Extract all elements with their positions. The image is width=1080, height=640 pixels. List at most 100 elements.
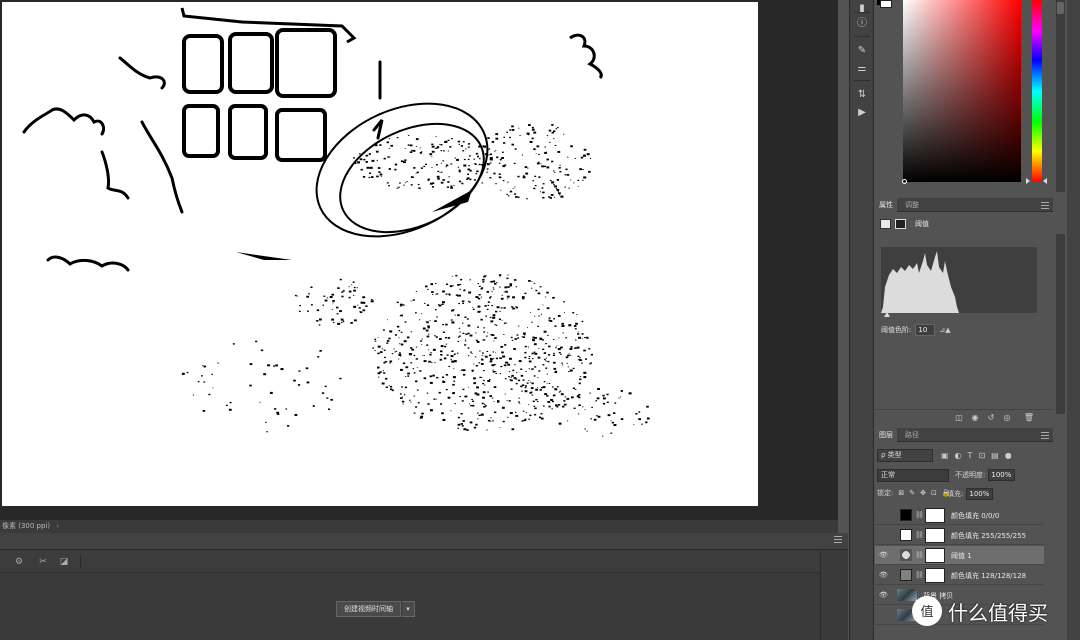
layer-filter-select[interactable]: ρ 类型 [877, 449, 933, 462]
transition-icon[interactable]: ◪ [57, 555, 71, 569]
layer-mask-thumbnail[interactable] [925, 568, 945, 583]
view-previous-icon[interactable]: ◉ [969, 412, 981, 424]
color-panel-scrollbar[interactable] [1056, 0, 1065, 192]
lock-paint-icon[interactable]: ✎ [909, 489, 915, 497]
reset-icon[interactable]: ↺ [985, 412, 997, 424]
text-filter-icon[interactable]: T [968, 451, 973, 460]
tab-properties[interactable]: 属性 [875, 198, 897, 212]
histogram-graph [881, 251, 959, 313]
fill-input[interactable]: 100% [966, 488, 994, 500]
filter-icons: ▣ ◐ T ⊡ ▤ ● [941, 451, 1012, 460]
create-video-timeline-button[interactable]: 创建视频时间轴 [336, 601, 401, 617]
layer-row[interactable]: ⛓ 颜色填充 0/0/0 [875, 506, 1044, 525]
link-icon[interactable]: ⛓ [915, 551, 924, 559]
layer-row[interactable]: 👁 ⛓ 颜色填充 128/128/128 [875, 566, 1044, 585]
mask-icon[interactable] [895, 219, 906, 229]
hue-marker-right[interactable] [1043, 178, 1047, 184]
layer-visibility-icon[interactable]: 👁 [879, 591, 888, 600]
tab-adjustments[interactable]: 调整 [901, 198, 923, 212]
create-timeline-dropdown[interactable]: ▾ [402, 601, 415, 617]
layer-thumbnail [900, 529, 912, 541]
lock-row: 锁定: ⊠ ✎ ✥ ⊡ 🔒 [877, 488, 951, 498]
timeline-panel: ⚙ ✂ ◪ 创建视频时间轴 ▾ [0, 533, 848, 640]
lock-pixels-icon[interactable]: ⊠ [898, 489, 904, 497]
properties-menu-icon[interactable] [1041, 202, 1049, 211]
color-panel-icon[interactable]: ▮ [855, 2, 869, 16]
color-saturation-field[interactable] [903, 0, 1021, 182]
layer-visibility-icon[interactable] [879, 531, 888, 540]
info-icon[interactable]: ⓘ [855, 17, 869, 31]
canvas-area[interactable] [0, 0, 838, 520]
swap-icon[interactable]: ⇅ [855, 88, 869, 102]
trash-icon[interactable]: 🗑 [1023, 412, 1035, 424]
foreground-color-swatch[interactable] [880, 0, 892, 8]
brush-icon[interactable]: ✎ [855, 44, 869, 58]
link-icon[interactable]: ⛓ [915, 531, 924, 539]
timeline-divider [820, 551, 821, 640]
play-icon[interactable]: ▶ [855, 106, 869, 120]
clip-to-layer-icon[interactable]: ◫ [953, 412, 965, 424]
properties-header: 阈值 [880, 219, 929, 229]
layer-visibility-icon[interactable] [879, 511, 888, 520]
layer-visibility-icon[interactable]: 👁 [879, 551, 888, 560]
adjustment-icon[interactable] [880, 219, 891, 229]
layer-visibility-icon[interactable] [879, 611, 888, 620]
filter-toggle-icon[interactable]: ● [1005, 451, 1012, 460]
right-panels: 属性 调整 阈值 阈值色阶: 10 ⊿▲ ◫ ◉ ↺ ◎ 🗑 图层 路径 ρ 类… [875, 0, 1080, 640]
layer-mask-thumbnail[interactable] [925, 548, 945, 563]
threshold-level-label: 阈值色阶: [881, 326, 912, 334]
toolbar-divider [80, 555, 81, 569]
layers-tabs: 图层 路径 [875, 428, 1053, 442]
lock-position-icon[interactable]: ✥ [920, 489, 926, 497]
opacity-input[interactable]: 100% [988, 469, 1016, 481]
layer-visibility-icon[interactable]: 👁 [879, 571, 888, 580]
properties-panel: 属性 调整 阈值 阈值色阶: 10 ⊿▲ ◫ ◉ ↺ ◎ 🗑 [875, 198, 1053, 426]
hue-marker-left[interactable] [1026, 178, 1030, 184]
watermark-text: 什么值得买 [948, 600, 1048, 625]
layer-mask-thumbnail[interactable] [925, 508, 945, 523]
opacity-label: 不透明度: [955, 471, 986, 479]
threshold-level-row: 阈值色阶: 10 ⊿▲ [881, 324, 951, 336]
link-icon[interactable]: ⛓ [915, 571, 924, 579]
create-timeline-group: 创建视频时间轴 ▾ [336, 601, 415, 617]
properties-footer: ◫ ◉ ↺ ◎ 🗑 [875, 409, 1053, 426]
image-filter-icon[interactable]: ▣ [941, 451, 949, 460]
adjustments-icon[interactable]: ⚌ [855, 62, 869, 76]
visibility-icon[interactable]: ◎ [1001, 412, 1013, 424]
fill-row: 填充: 100% [947, 488, 994, 500]
color-panel [875, 0, 1053, 192]
watermark-logo: 值 [912, 596, 942, 626]
link-icon[interactable]: ⛓ [915, 511, 924, 519]
smart-object-filter-icon[interactable]: ▤ [991, 451, 999, 460]
layer-row[interactable]: ⛓ 颜色填充 255/255/255 [875, 526, 1044, 545]
properties-tabs: 属性 调整 [875, 198, 1053, 212]
status-arrow-icon[interactable]: › [56, 522, 59, 530]
timeline-header [0, 533, 848, 550]
threshold-level-input[interactable]: 10 [915, 324, 936, 336]
lock-label: 锁定: [877, 489, 894, 497]
photoshop-window: 像素 (300 ppi) › ⚙ ✂ ◪ 创建视频时间轴 ▾ ▮ ⓘ ✎ ⚌ ⇅ ▶ [0, 0, 1080, 640]
layer-mask-thumbnail[interactable] [925, 528, 945, 543]
layer-name: 颜色填充 0/0/0 [951, 512, 1000, 520]
properties-scrollbar[interactable] [1056, 234, 1065, 414]
color-picker-marker[interactable] [902, 179, 907, 184]
scissors-icon[interactable]: ✂ [36, 555, 50, 569]
strip-separator [854, 80, 870, 81]
right-edge-panel [1067, 0, 1080, 640]
strip-separator [854, 12, 870, 13]
blend-mode-select[interactable]: 正常 [877, 469, 949, 482]
hue-slider[interactable] [1032, 0, 1042, 182]
tab-layers[interactable]: 图层 [875, 428, 897, 442]
panel-icon-strip: ▮ ⓘ ✎ ⚌ ⇅ ▶ [849, 0, 874, 640]
tab-paths[interactable]: 路径 [901, 428, 923, 442]
document-canvas[interactable] [2, 2, 758, 506]
threshold-warning-icon[interactable]: ⊿▲ [939, 326, 950, 334]
adjustment-filter-icon[interactable]: ◐ [955, 451, 962, 460]
threshold-slider-handle[interactable] [884, 312, 890, 317]
gear-icon[interactable]: ⚙ [12, 555, 26, 569]
layers-menu-icon[interactable] [1041, 432, 1049, 441]
timeline-menu-icon[interactable] [834, 536, 842, 544]
layer-row[interactable]: 👁 ⛓ 阈值 1 [875, 546, 1044, 565]
shape-filter-icon[interactable]: ⊡ [978, 451, 985, 460]
lock-artboard-icon[interactable]: ⊡ [931, 489, 937, 497]
